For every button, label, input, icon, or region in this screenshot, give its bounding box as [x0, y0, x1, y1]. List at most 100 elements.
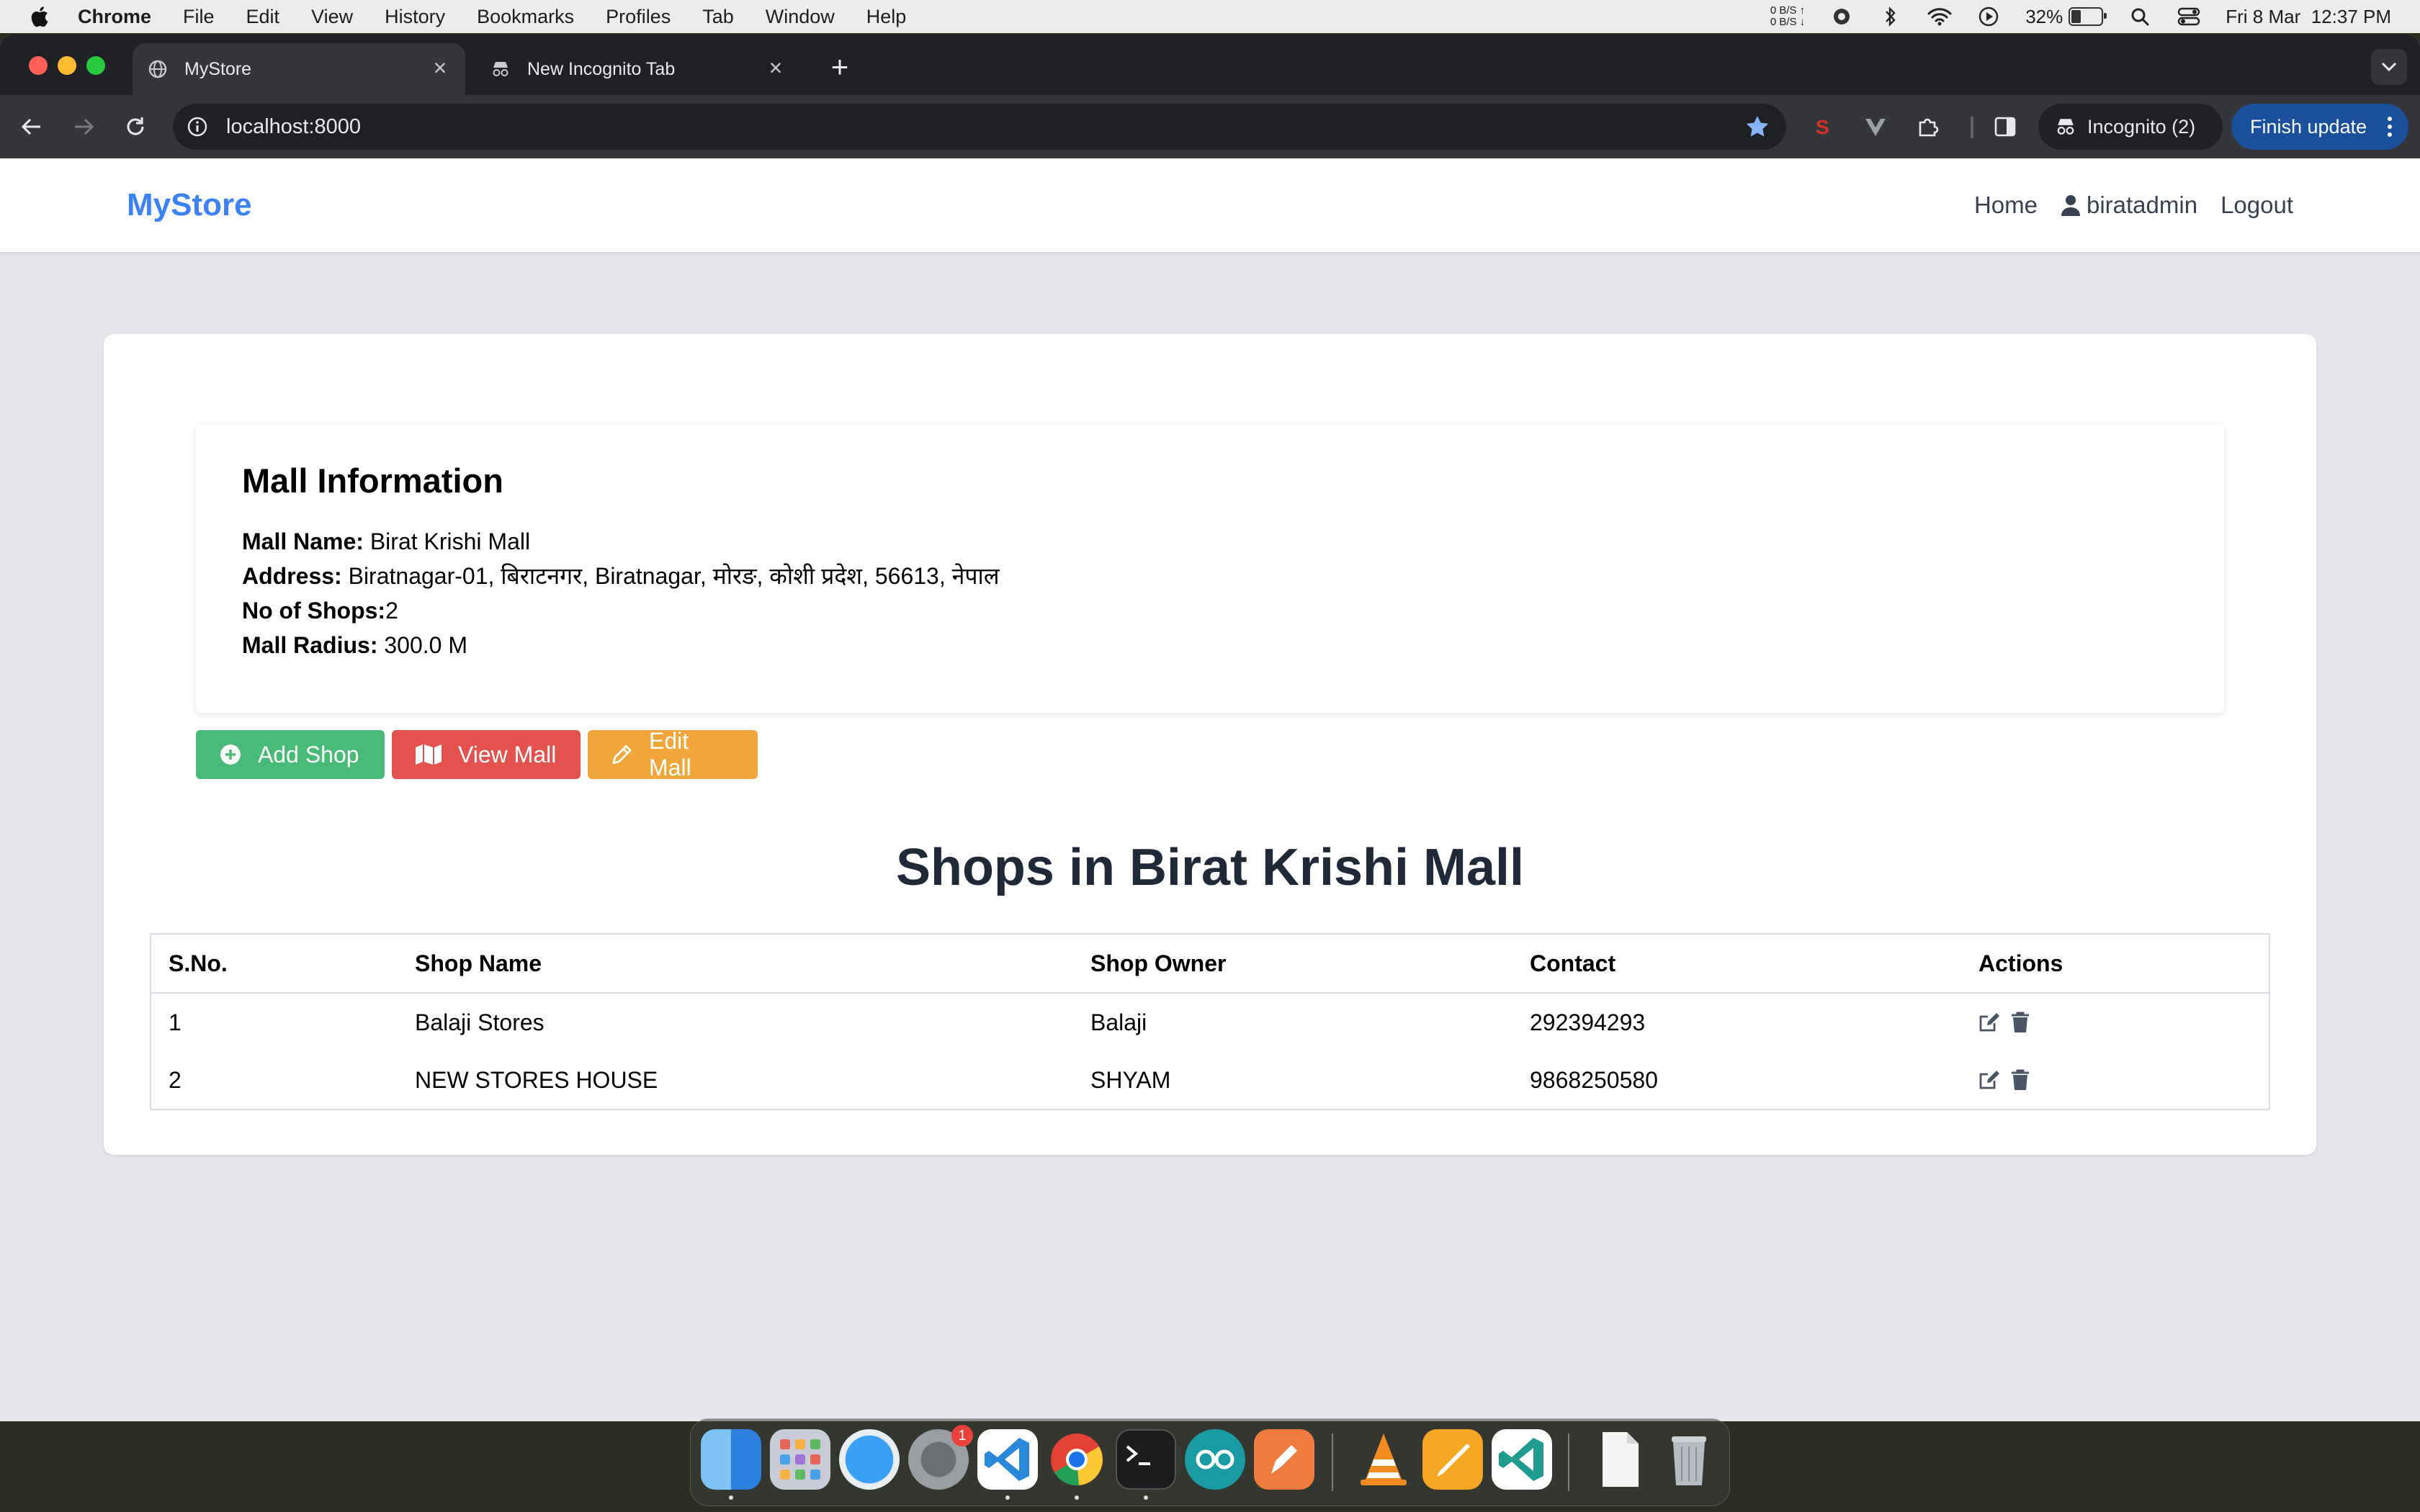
menu-file[interactable]: File [183, 6, 215, 28]
wifi-icon[interactable] [1927, 6, 1952, 27]
menu-edit[interactable]: Edit [246, 6, 280, 28]
menu-history[interactable]: History [385, 6, 445, 28]
nav-home-link[interactable]: Home [1974, 192, 2038, 219]
mall-address-value: Biratnagar-01, बिराटनगर, Biratnagar, मोर… [348, 563, 1000, 589]
window-close-button[interactable] [29, 56, 48, 75]
running-indicator [1075, 1495, 1079, 1500]
notification-badge: 1 [951, 1425, 973, 1446]
side-panel-icon[interactable] [1991, 112, 2020, 141]
menu-profiles[interactable]: Profiles [606, 6, 671, 28]
column-header-shop-name: Shop Name [398, 934, 1073, 994]
launchpad-icon[interactable] [770, 1429, 830, 1490]
extensions-puzzle-icon[interactable] [1913, 112, 1942, 141]
safari-icon[interactable] [839, 1429, 900, 1490]
creative-cloud-icon[interactable] [1829, 6, 1854, 27]
running-indicator [729, 1495, 733, 1500]
incognito-profile-button[interactable]: Incognito (2) [2038, 104, 2223, 150]
macos-dock: 1 [690, 1418, 1730, 1506]
new-tab-button[interactable]: + [827, 52, 853, 82]
mall-info-details: Mall Name: Birat Krishi Mall Address: Bi… [242, 524, 1000, 662]
control-center-icon[interactable] [2177, 6, 2201, 27]
extension-s-icon[interactable]: S [1809, 112, 1838, 141]
bluetooth-icon[interactable] [1878, 6, 1903, 27]
map-icon [416, 744, 442, 765]
menu-tab[interactable]: Tab [702, 6, 734, 28]
mall-address-row: Address: Biratnagar-01, बिराटनगर, Biratn… [242, 559, 1000, 593]
brand-logo[interactable]: MyStore [127, 187, 252, 223]
reload-button[interactable] [118, 109, 153, 144]
view-mall-button[interactable]: View Mall [392, 730, 581, 779]
svg-text:S: S [1816, 116, 1829, 138]
pencil-icon [612, 745, 632, 764]
mall-radius-label: Mall Radius: [242, 632, 378, 658]
dock-separator [1332, 1434, 1333, 1491]
plus-circle-icon [220, 744, 241, 765]
finish-update-label: Finish update [2250, 115, 2367, 138]
chevron-down-icon [2381, 62, 2397, 72]
close-tab-icon[interactable]: × [429, 56, 451, 79]
tab-new-incognito[interactable]: New Incognito Tab × [475, 43, 801, 95]
more-vert-icon [2388, 117, 2392, 137]
edit-mall-button[interactable]: Edit Mall [588, 728, 758, 780]
nav-logout-link[interactable]: Logout [2220, 192, 2293, 219]
finish-update-button[interactable]: Finish update [2231, 104, 2408, 150]
site-info-icon[interactable] [186, 115, 209, 138]
document-icon[interactable] [1590, 1429, 1650, 1490]
mall-address-label: Address: [242, 563, 342, 589]
window-zoom-button[interactable] [86, 56, 105, 75]
shop-actions [1961, 1051, 2269, 1110]
browser-toolbar: localhost:8000 S Incognito (2) Finish up… [0, 95, 2420, 158]
bookmark-star-icon[interactable] [1744, 114, 1770, 140]
menu-view[interactable]: View [311, 6, 353, 28]
trash-icon[interactable] [2010, 1012, 2030, 1033]
menu-app-name[interactable]: Chrome [78, 6, 151, 28]
url-text[interactable]: localhost:8000 [226, 115, 361, 139]
edit-icon[interactable] [1978, 1012, 2002, 1033]
terminal-icon[interactable] [1116, 1429, 1176, 1490]
trash-icon[interactable] [1659, 1429, 1719, 1490]
menu-bookmarks[interactable]: Bookmarks [477, 6, 574, 28]
battery-fill [2071, 10, 2081, 23]
close-tab-icon[interactable]: × [765, 56, 786, 79]
menubar-datetime[interactable]: Fri 8 Mar 12:37 PM [2226, 6, 2391, 28]
edit-icon[interactable] [1978, 1069, 2002, 1091]
sketch-icon[interactable] [1254, 1429, 1314, 1490]
pages-icon[interactable] [1422, 1429, 1483, 1490]
nav-user-link[interactable]: biratadmin [2061, 192, 2197, 219]
globe-icon [147, 58, 169, 80]
vscode-icon[interactable] [977, 1429, 1038, 1490]
tab-search-button[interactable] [2371, 49, 2407, 85]
arduino-icon[interactable] [1185, 1429, 1245, 1490]
shop-sno: 1 [169, 1009, 182, 1035]
finder-icon[interactable] [701, 1429, 761, 1490]
mall-action-buttons: Add Shop View Mall Edit Mall [196, 728, 758, 780]
back-button[interactable] [14, 109, 49, 144]
chrome-icon[interactable] [1047, 1429, 1107, 1490]
extension-v-icon[interactable] [1861, 112, 1890, 141]
shop-owner: SHYAM [1090, 1066, 1171, 1093]
system-settings-icon[interactable]: 1 [908, 1425, 973, 1490]
running-indicator [1144, 1495, 1148, 1500]
forward-button[interactable] [66, 109, 101, 144]
trash-icon[interactable] [2010, 1069, 2030, 1091]
tab-mystore[interactable]: MyStore × [133, 43, 465, 95]
mall-name-value: Birat Krishi Mall [369, 528, 531, 554]
battery-status[interactable]: 32% [2025, 6, 2107, 28]
add-shop-button[interactable]: Add Shop [196, 730, 385, 779]
spotlight-search-icon[interactable] [2128, 6, 2152, 27]
mall-shops-row: No of Shops:2 [242, 593, 1000, 628]
mall-info-title: Mall Information [242, 462, 503, 500]
web-page: MyStore Home biratadmin Logout Mall Info… [0, 158, 2420, 1421]
window-minimize-button[interactable] [58, 56, 76, 75]
nav-username: biratadmin [2086, 192, 2198, 218]
menu-help[interactable]: Help [866, 6, 907, 28]
vscode-insiders-icon[interactable] [1492, 1429, 1552, 1490]
shop-contact: 292394293 [1530, 1009, 1646, 1035]
address-bar[interactable]: localhost:8000 [173, 104, 1786, 150]
mall-info-card: Mall Information Mall Name: Birat Krishi… [196, 425, 2224, 713]
vlc-icon[interactable] [1353, 1429, 1414, 1490]
column-header-actions: Actions [1961, 934, 2269, 994]
now-playing-icon[interactable] [1976, 6, 2001, 27]
apple-menu-icon[interactable] [29, 4, 49, 29]
menu-window[interactable]: Window [766, 6, 835, 28]
